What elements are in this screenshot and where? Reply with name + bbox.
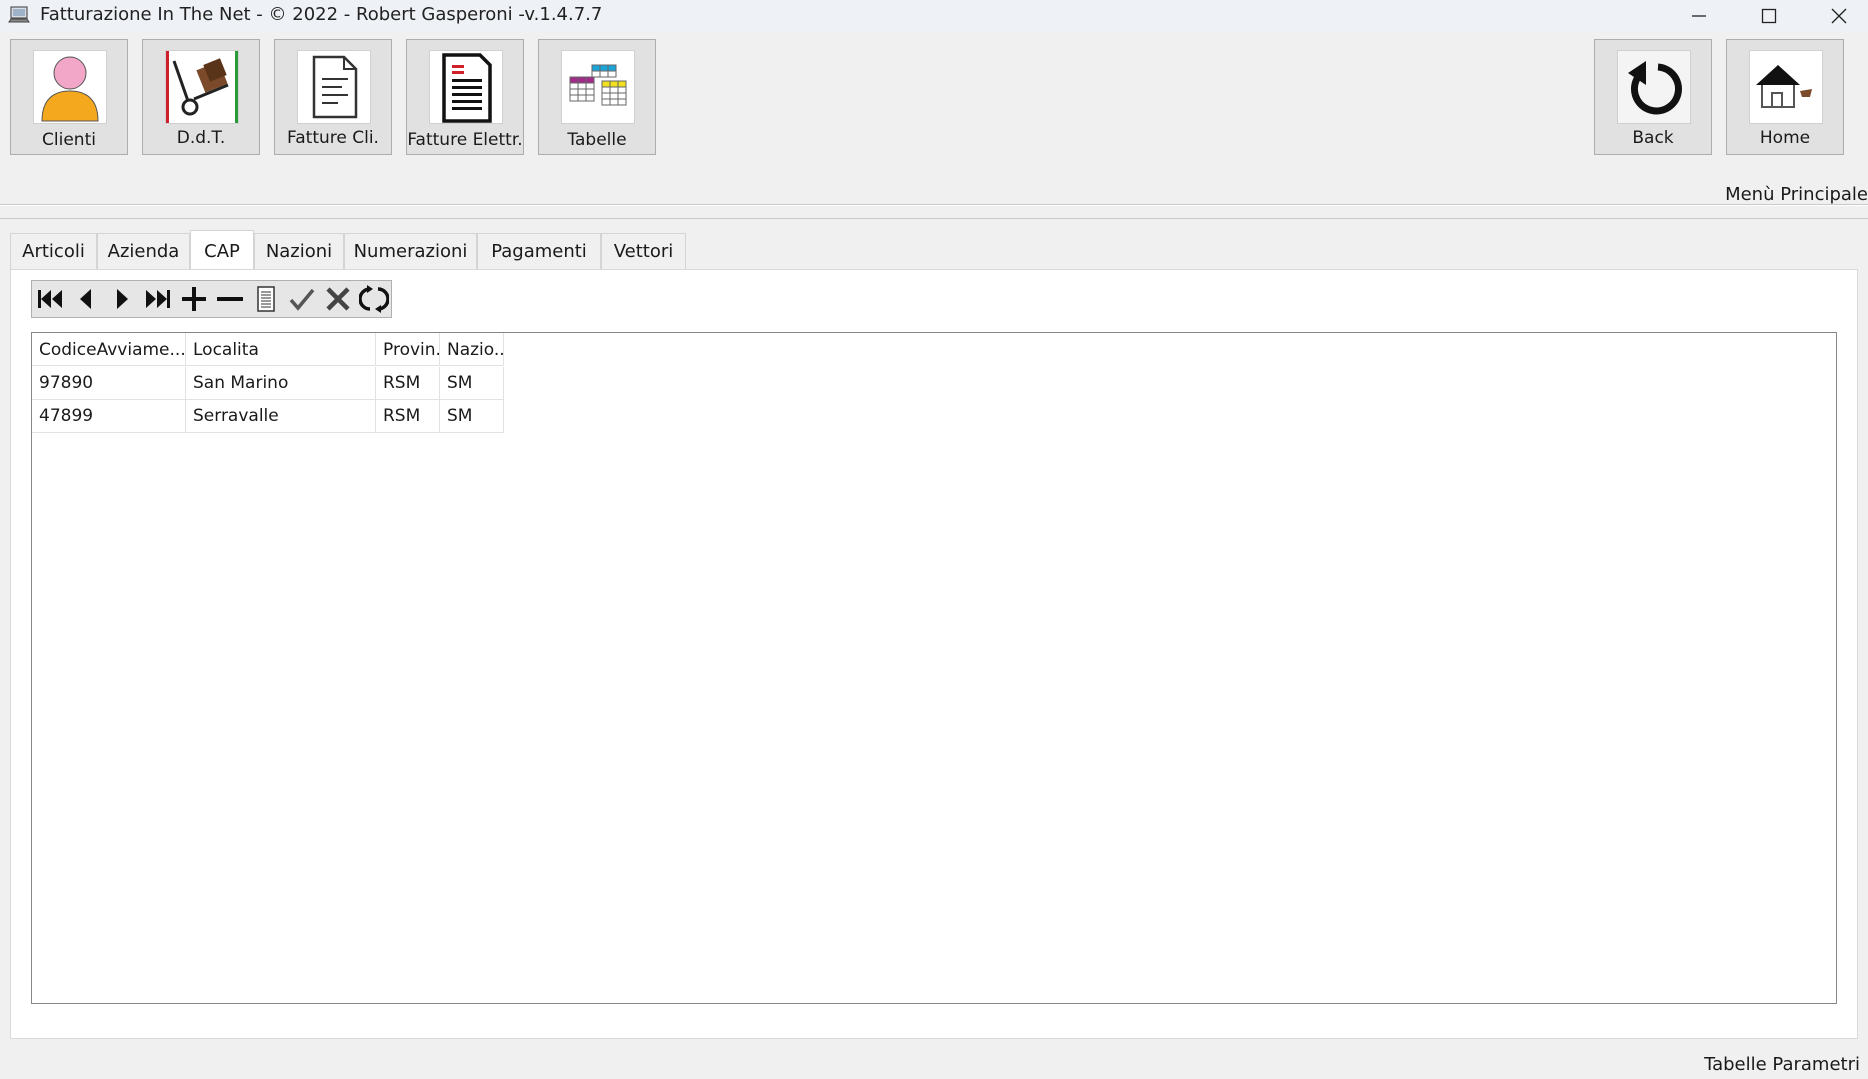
ddt-button[interactable]: D.d.T. xyxy=(142,39,260,155)
delete-icon xyxy=(217,297,243,301)
edit-record-button[interactable] xyxy=(248,282,284,316)
back-button[interactable]: Back xyxy=(1594,39,1712,155)
minimize-icon xyxy=(1692,15,1706,17)
cap-data-grid[interactable]: CodiceAvviame... Localita Provin... Nazi… xyxy=(31,332,1837,1004)
maximize-icon xyxy=(1761,8,1777,24)
home-button[interactable]: Home xyxy=(1726,39,1844,155)
cell-nazione[interactable]: SM xyxy=(440,367,504,400)
tab-nazioni[interactable]: Nazioni xyxy=(254,233,344,269)
last-record-button[interactable] xyxy=(140,282,176,316)
post-icon xyxy=(289,288,315,311)
window-title: Fatturazione In The Net - © 2022 - Rober… xyxy=(40,4,603,25)
first-record-button[interactable] xyxy=(32,282,68,316)
ribbon-divider xyxy=(0,204,1868,206)
cell-localita[interactable]: Serravalle xyxy=(186,400,376,433)
back-label: Back xyxy=(1632,128,1674,148)
tab-articoli[interactable]: Articoli xyxy=(10,233,97,269)
electronic-invoice-icon xyxy=(429,50,503,124)
tabelle-label: Tabelle xyxy=(567,130,627,150)
cancel-icon xyxy=(326,287,350,311)
tab-azienda[interactable]: Azienda xyxy=(97,233,190,269)
user-icon xyxy=(33,50,107,124)
minimize-button[interactable] xyxy=(1664,0,1734,32)
fatture-cli-button[interactable]: Fatture Cli. xyxy=(274,39,392,155)
cancel-record-button[interactable] xyxy=(320,282,356,316)
prior-record-button[interactable] xyxy=(68,282,104,316)
cell-nazione[interactable]: SM xyxy=(440,400,504,433)
fatture-elettr-button[interactable]: Fatture Elettr. xyxy=(406,39,524,155)
next-record-button[interactable] xyxy=(104,282,140,316)
tab-vettori[interactable]: Vettori xyxy=(601,233,686,269)
clienti-button[interactable]: Clienti xyxy=(10,39,128,155)
tab-numerazioni[interactable]: Numerazioni xyxy=(344,233,477,269)
main-toolbar: Clienti D.d.T. Fatture Cli. Fatture Elet… xyxy=(0,32,1868,218)
home-icon xyxy=(1749,50,1823,124)
fatture-cli-label: Fatture Cli. xyxy=(287,128,379,148)
first-record-icon xyxy=(38,290,62,308)
delete-record-button[interactable] xyxy=(212,282,248,316)
next-record-icon xyxy=(117,289,128,309)
cap-tab-panel: CodiceAvviame... Localita Provin... Nazi… xyxy=(10,269,1858,1039)
prior-record-icon xyxy=(80,289,91,309)
tab-cap[interactable]: CAP xyxy=(190,230,254,270)
last-record-icon xyxy=(146,290,170,308)
close-icon xyxy=(1831,8,1847,24)
menu-principale-label: Menù Principale xyxy=(1725,184,1868,205)
ddt-label: D.d.T. xyxy=(176,128,226,148)
home-label: Home xyxy=(1759,128,1811,148)
refresh-icon xyxy=(359,285,389,313)
post-record-button[interactable] xyxy=(284,282,320,316)
app-icon xyxy=(8,5,32,25)
tables-icon xyxy=(561,50,635,124)
insert-icon xyxy=(182,287,206,311)
maximize-button[interactable] xyxy=(1734,0,1804,32)
cell-localita[interactable]: San Marino xyxy=(186,367,376,400)
db-navigator xyxy=(31,280,392,318)
cell-provincia[interactable]: RSM xyxy=(376,400,440,433)
close-button[interactable] xyxy=(1804,0,1868,32)
insert-record-button[interactable] xyxy=(176,282,212,316)
clienti-label: Clienti xyxy=(42,130,96,150)
column-header-codice[interactable]: CodiceAvviame... xyxy=(32,333,186,366)
document-icon xyxy=(297,50,371,124)
cell-provincia[interactable]: RSM xyxy=(376,367,440,400)
column-header-provincia[interactable]: Provin... xyxy=(376,333,440,366)
title-bar: Fatturazione In The Net - © 2022 - Rober… xyxy=(0,0,1868,32)
column-header-localita[interactable]: Localita xyxy=(186,333,376,366)
fatture-elettr-label: Fatture Elettr. xyxy=(407,130,523,150)
tabelle-button[interactable]: Tabelle xyxy=(538,39,656,155)
cell-codice[interactable]: 97890 xyxy=(32,367,186,400)
ribbon-divider-lower xyxy=(0,218,1868,219)
back-icon xyxy=(1617,50,1691,124)
cell-codice[interactable]: 47899 xyxy=(32,400,186,433)
refresh-button[interactable] xyxy=(356,282,392,316)
status-label: Tabelle Parametri xyxy=(1704,1054,1860,1075)
edit-icon xyxy=(257,286,275,312)
hand-truck-icon xyxy=(165,50,239,124)
tab-pagamenti[interactable]: Pagamenti xyxy=(477,233,601,269)
column-header-nazione[interactable]: Nazio... xyxy=(440,333,504,366)
